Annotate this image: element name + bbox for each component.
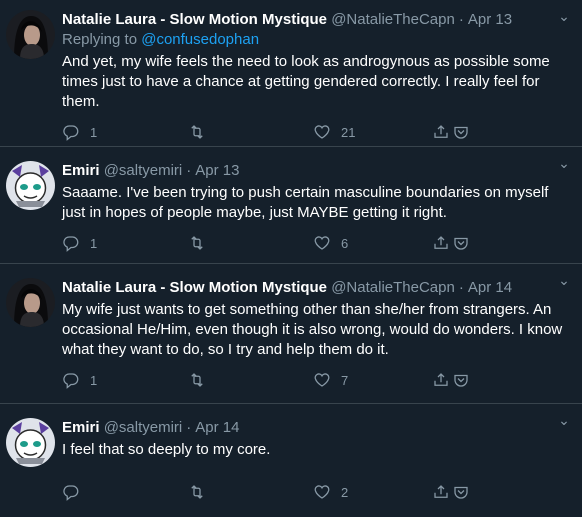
tweet[interactable]: ⌄ Emiri @saltyemiri · Apr 13 Saaame. I've … xyxy=(0,147,582,264)
chevron-down-icon[interactable]: ⌄ xyxy=(556,272,572,288)
avatar[interactable] xyxy=(6,418,55,467)
separator-dot: · xyxy=(458,11,464,28)
share-icon xyxy=(434,485,448,498)
save-button[interactable] xyxy=(452,233,470,253)
dark-haired-person-icon xyxy=(6,278,55,327)
tweet-text: Saaame. I've been trying to push certain… xyxy=(62,184,549,221)
tweet[interactable]: ⌄ Natalie Laura - Slow Motion Mystique @… xyxy=(0,264,582,404)
like-button[interactable]: 2 xyxy=(313,482,348,502)
retweet-button[interactable] xyxy=(188,233,216,253)
cartoon-creature-icon xyxy=(6,161,55,210)
like-count: 6 xyxy=(341,235,349,251)
replying-prefix: Replying to xyxy=(62,31,138,48)
heart-icon xyxy=(314,373,330,387)
like-count: 2 xyxy=(341,484,349,500)
retweet-icon xyxy=(191,125,203,139)
pocket-icon xyxy=(454,374,468,387)
reply-icon xyxy=(63,236,79,252)
reply-icon xyxy=(63,485,79,501)
separator-dot: · xyxy=(186,419,192,436)
tweet-actions: 2 xyxy=(62,472,566,512)
author-handle[interactable]: @saltyemiri xyxy=(104,162,183,179)
author-name[interactable]: Emiri xyxy=(62,419,100,436)
heart-icon xyxy=(314,485,330,499)
reply-icon xyxy=(63,373,79,389)
reply-count: 1 xyxy=(90,124,98,140)
reply-icon xyxy=(63,125,79,141)
retweet-button[interactable] xyxy=(188,370,216,390)
reply-button[interactable]: 1 xyxy=(62,233,97,253)
replying-to-link[interactable]: @confusedophan xyxy=(141,31,259,48)
tweet-text: I feel that so deeply to my core. xyxy=(62,441,271,458)
author-name[interactable]: Emiri xyxy=(62,162,100,179)
tweet-text: My wife just wants to get something othe… xyxy=(62,301,563,358)
tweet-date[interactable]: Apr 13 xyxy=(195,162,239,179)
tweet-text: And yet, my wife feels the need to look … xyxy=(62,53,550,110)
avatar[interactable] xyxy=(6,161,55,210)
share-button[interactable] xyxy=(432,233,450,253)
like-button[interactable]: 6 xyxy=(313,233,348,253)
avatar[interactable] xyxy=(6,278,55,327)
retweet-button[interactable] xyxy=(188,482,216,502)
pocket-icon xyxy=(454,237,468,250)
author-handle[interactable]: @NatalieTheCapn xyxy=(331,279,455,296)
reply-count: 1 xyxy=(90,235,98,251)
share-icon xyxy=(434,125,448,138)
like-button[interactable]: 7 xyxy=(313,370,348,390)
save-button[interactable] xyxy=(452,122,470,142)
author-handle[interactable]: @saltyemiri xyxy=(104,419,183,436)
tweet-actions: 1 7 xyxy=(62,360,566,400)
chevron-down-icon[interactable]: ⌄ xyxy=(556,8,572,24)
author-name[interactable]: Natalie Laura - Slow Motion Mystique xyxy=(62,11,327,28)
tweet[interactable]: ⌄ Natalie Laura - Slow Motion Mystique @… xyxy=(0,0,582,147)
separator-dot: · xyxy=(186,162,192,179)
replying-to: Replying to @confusedophan xyxy=(62,30,566,50)
avatar[interactable] xyxy=(6,10,55,59)
save-button[interactable] xyxy=(452,482,470,502)
retweet-button[interactable] xyxy=(188,122,216,142)
separator-dot: · xyxy=(458,279,464,296)
tweet-date[interactable]: Apr 14 xyxy=(195,419,239,436)
tweet-date[interactable]: Apr 14 xyxy=(468,279,512,296)
share-icon xyxy=(434,373,448,386)
tweet-date[interactable]: Apr 13 xyxy=(468,11,512,28)
heart-icon xyxy=(314,125,330,139)
like-count: 7 xyxy=(341,372,349,388)
tweet[interactable]: ⌄ Emiri @saltyemiri · Apr 14 I feel that s… xyxy=(0,404,582,516)
reply-button[interactable]: 1 xyxy=(62,370,97,390)
like-button[interactable]: 21 xyxy=(313,122,355,142)
share-button[interactable] xyxy=(432,122,450,142)
share-button[interactable] xyxy=(432,370,450,390)
share-button[interactable] xyxy=(432,482,450,502)
like-count: 21 xyxy=(341,124,356,140)
chevron-down-icon[interactable]: ⌄ xyxy=(556,155,572,171)
cartoon-creature-icon xyxy=(6,418,55,467)
save-button[interactable] xyxy=(452,370,470,390)
author-handle[interactable]: @NatalieTheCapn xyxy=(331,11,455,28)
pocket-icon xyxy=(454,486,468,499)
heart-icon xyxy=(314,236,330,250)
pocket-icon xyxy=(454,126,468,139)
reply-button[interactable]: 1 xyxy=(62,122,97,142)
retweet-icon xyxy=(191,373,203,387)
share-icon xyxy=(434,236,448,249)
tweet-actions: 1 6 xyxy=(62,223,566,263)
chevron-down-icon[interactable]: ⌄ xyxy=(556,412,572,428)
reply-button[interactable] xyxy=(62,482,90,502)
retweet-icon xyxy=(191,485,203,499)
tweet-actions: 1 21 xyxy=(62,112,566,152)
author-name[interactable]: Natalie Laura - Slow Motion Mystique xyxy=(62,279,327,296)
dark-haired-person-icon xyxy=(6,10,55,59)
reply-count: 1 xyxy=(90,372,98,388)
retweet-icon xyxy=(191,236,203,250)
